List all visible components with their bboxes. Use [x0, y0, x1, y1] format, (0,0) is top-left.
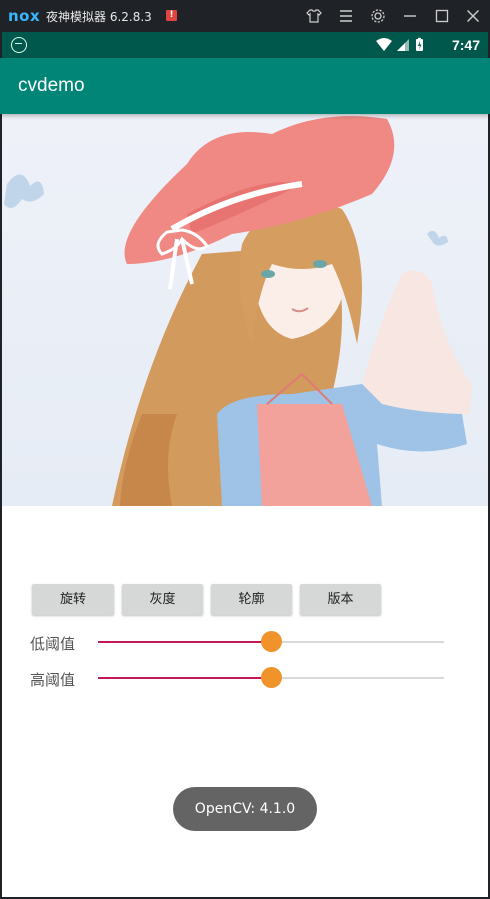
- battery-icon: [416, 37, 423, 51]
- status-icons: [375, 37, 435, 53]
- close-icon[interactable]: [463, 6, 483, 26]
- slider-fill: [98, 677, 271, 679]
- girl-illustration-image: [2, 114, 488, 506]
- version-button[interactable]: 版本: [300, 584, 381, 615]
- emulator-title-bar: nox 夜神模拟器 6.2.8.3 !: [0, 0, 490, 32]
- nox-notification-icon: [11, 37, 27, 53]
- contour-button[interactable]: 轮廓: [211, 584, 292, 615]
- low-threshold-slider[interactable]: [98, 630, 444, 654]
- emulator-title: 夜神模拟器 6.2.8.3: [46, 10, 152, 24]
- high-threshold-slider[interactable]: [98, 666, 444, 690]
- minimize-icon[interactable]: [400, 6, 420, 26]
- high-threshold-label: 高阈值: [30, 671, 76, 689]
- nox-logo: nox: [8, 7, 41, 25]
- status-time: 7:47: [451, 37, 480, 53]
- slider-fill: [98, 641, 271, 643]
- maximize-icon[interactable]: [432, 6, 452, 26]
- gear-icon[interactable]: [368, 6, 388, 26]
- image-view: [2, 114, 488, 506]
- alert-badge-icon[interactable]: !: [166, 10, 177, 21]
- rotate-button[interactable]: 旋转: [32, 584, 114, 615]
- app-bar: cvdemo: [0, 58, 490, 114]
- signal-icon: [397, 39, 409, 51]
- window-frame-left: [0, 32, 2, 899]
- slider-thumb[interactable]: [261, 631, 282, 652]
- status-bar: 7:47: [0, 32, 490, 58]
- shirt-icon[interactable]: [304, 6, 324, 26]
- low-threshold-label: 低阈值: [30, 635, 76, 653]
- menu-icon[interactable]: [336, 6, 356, 26]
- wifi-icon: [376, 38, 392, 51]
- slider-thumb[interactable]: [261, 667, 282, 688]
- grayscale-button[interactable]: 灰度: [122, 584, 203, 615]
- toast-message: OpenCV: 4.1.0: [173, 787, 317, 831]
- app-title: cvdemo: [18, 75, 85, 96]
